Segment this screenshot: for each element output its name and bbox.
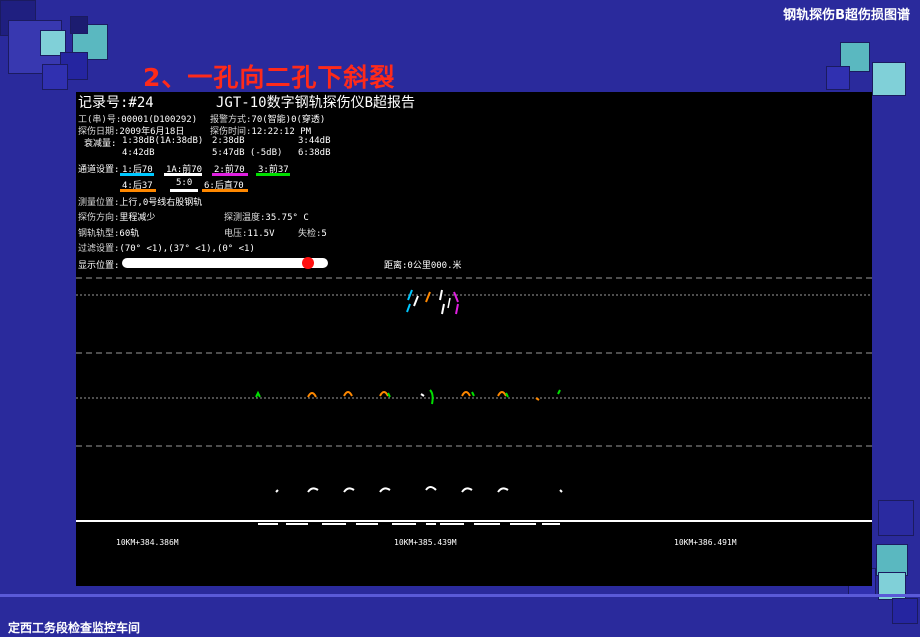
footer-label: 定西工务段检查监控车间 xyxy=(8,621,141,635)
km-marker-3: 10KM+386.491M xyxy=(674,538,737,547)
km-marker-2: 10KM+385.439M xyxy=(394,538,457,547)
bottom-echoes xyxy=(275,486,563,493)
b-scan-plot xyxy=(76,277,872,525)
bolt-hole-echoes xyxy=(255,389,561,405)
crack-echo-cluster xyxy=(406,289,459,315)
b-scan-report: 记录号:#24 JGT-10数字钢轨探伤仪B超报告 工(串)号:00001(D1… xyxy=(76,92,872,586)
slide-title: 2、一孔向二孔下斜裂 xyxy=(143,63,396,92)
document-title: 钢轨探伤B超伤损图谱 xyxy=(783,8,910,23)
km-marker-1: 10KM+384.386M xyxy=(116,538,179,547)
footer-divider xyxy=(0,594,920,597)
